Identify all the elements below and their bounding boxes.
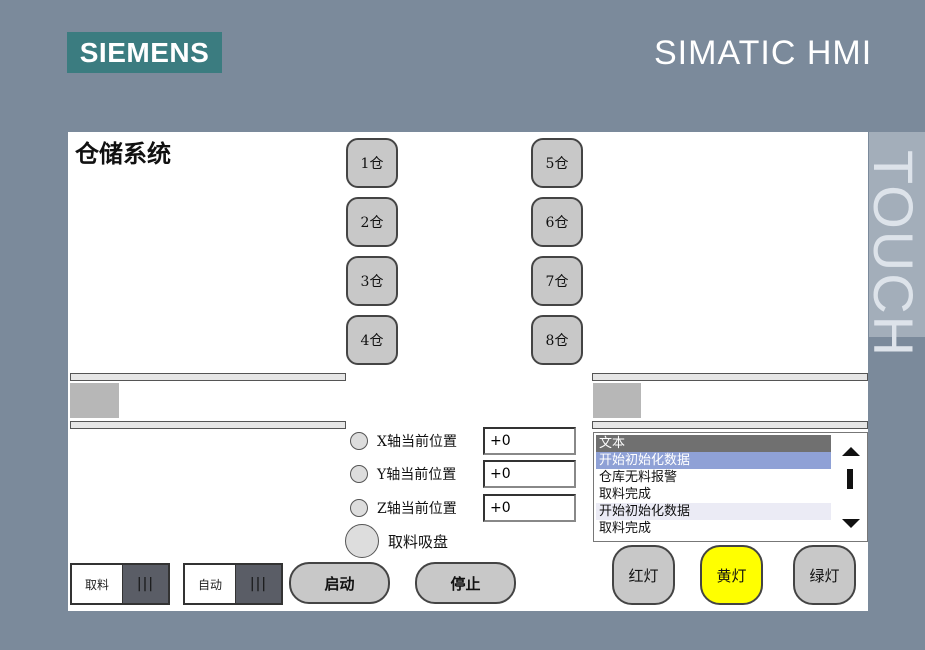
hmi-screen: 仓储系统 1仓 2仓 3仓 4仓 5仓 6仓 7仓 8仓 X轴当前位置 +0 Y…: [68, 132, 868, 611]
alarm-row[interactable]: 开始初始化数据: [596, 452, 831, 469]
warehouse-2-button[interactable]: 2仓: [346, 197, 398, 247]
right-carriage: [593, 383, 641, 418]
alarm-list-header: 文本: [596, 435, 831, 452]
pick-switch-label: 取料: [72, 565, 123, 603]
alarm-scrollbar[interactable]: [832, 433, 867, 541]
warehouse-3-button[interactable]: 3仓: [346, 256, 398, 306]
warehouse-4-button[interactable]: 4仓: [346, 315, 398, 365]
product-title: SIMATIC HMI: [654, 34, 873, 72]
touch-label: TOUCH: [862, 150, 925, 359]
pick-switch-knob[interactable]: |||: [123, 565, 168, 603]
alarm-row[interactable]: 开始初始化数据: [596, 503, 831, 520]
z-axis-value[interactable]: +0: [483, 494, 576, 522]
alarm-row[interactable]: 取料完成: [596, 486, 831, 503]
alarm-row[interactable]: 取料完成: [596, 520, 831, 537]
warehouse-1-button[interactable]: 1仓: [346, 138, 398, 188]
left-rail-bottom: [70, 421, 346, 429]
x-axis-label: X轴当前位置: [377, 434, 457, 450]
red-lamp-button[interactable]: 红灯: [612, 545, 675, 605]
y-axis-row: Y轴当前位置 +0: [350, 460, 576, 488]
z-axis-label: Z轴当前位置: [377, 501, 457, 517]
page-title: 仓储系统: [75, 139, 171, 168]
suction-indicator: [345, 524, 379, 558]
scroll-thumb[interactable]: [847, 469, 853, 489]
warehouse-8-button[interactable]: 8仓: [531, 315, 583, 365]
auto-switch-knob[interactable]: |||: [236, 565, 281, 603]
warehouse-7-button[interactable]: 7仓: [531, 256, 583, 306]
alarm-row[interactable]: 仓库无料报警: [596, 469, 831, 486]
start-button[interactable]: 启动: [289, 562, 390, 604]
auto-switch-label: 自动: [185, 565, 236, 603]
y-axis-value[interactable]: +0: [483, 460, 576, 488]
x-axis-value[interactable]: +0: [483, 427, 576, 455]
y-axis-indicator: [350, 465, 368, 483]
warehouse-6-button[interactable]: 6仓: [531, 197, 583, 247]
scroll-up-icon[interactable]: [842, 447, 860, 456]
siemens-logo: SIEMENS: [67, 32, 222, 73]
right-rail-bottom: [592, 421, 868, 429]
x-axis-indicator: [350, 432, 368, 450]
green-lamp-button[interactable]: 绿灯: [793, 545, 856, 605]
z-axis-indicator: [350, 499, 368, 517]
yellow-lamp-button[interactable]: 黄灯: [700, 545, 763, 605]
pick-switch[interactable]: 取料 |||: [70, 563, 170, 605]
z-axis-row: Z轴当前位置 +0: [350, 494, 576, 522]
left-rail-top: [70, 373, 346, 381]
stop-button[interactable]: 停止: [415, 562, 516, 604]
x-axis-row: X轴当前位置 +0: [350, 427, 576, 455]
auto-switch[interactable]: 自动 |||: [183, 563, 283, 605]
y-axis-label: Y轴当前位置: [377, 467, 457, 483]
suction-label: 取料吸盘: [388, 533, 449, 551]
alarm-list[interactable]: 文本 开始初始化数据 仓库无料报警 取料完成 开始初始化数据 取料完成: [593, 432, 868, 542]
right-rail-top: [592, 373, 868, 381]
warehouse-5-button[interactable]: 5仓: [531, 138, 583, 188]
scroll-down-icon[interactable]: [842, 519, 860, 528]
left-carriage: [70, 383, 119, 418]
